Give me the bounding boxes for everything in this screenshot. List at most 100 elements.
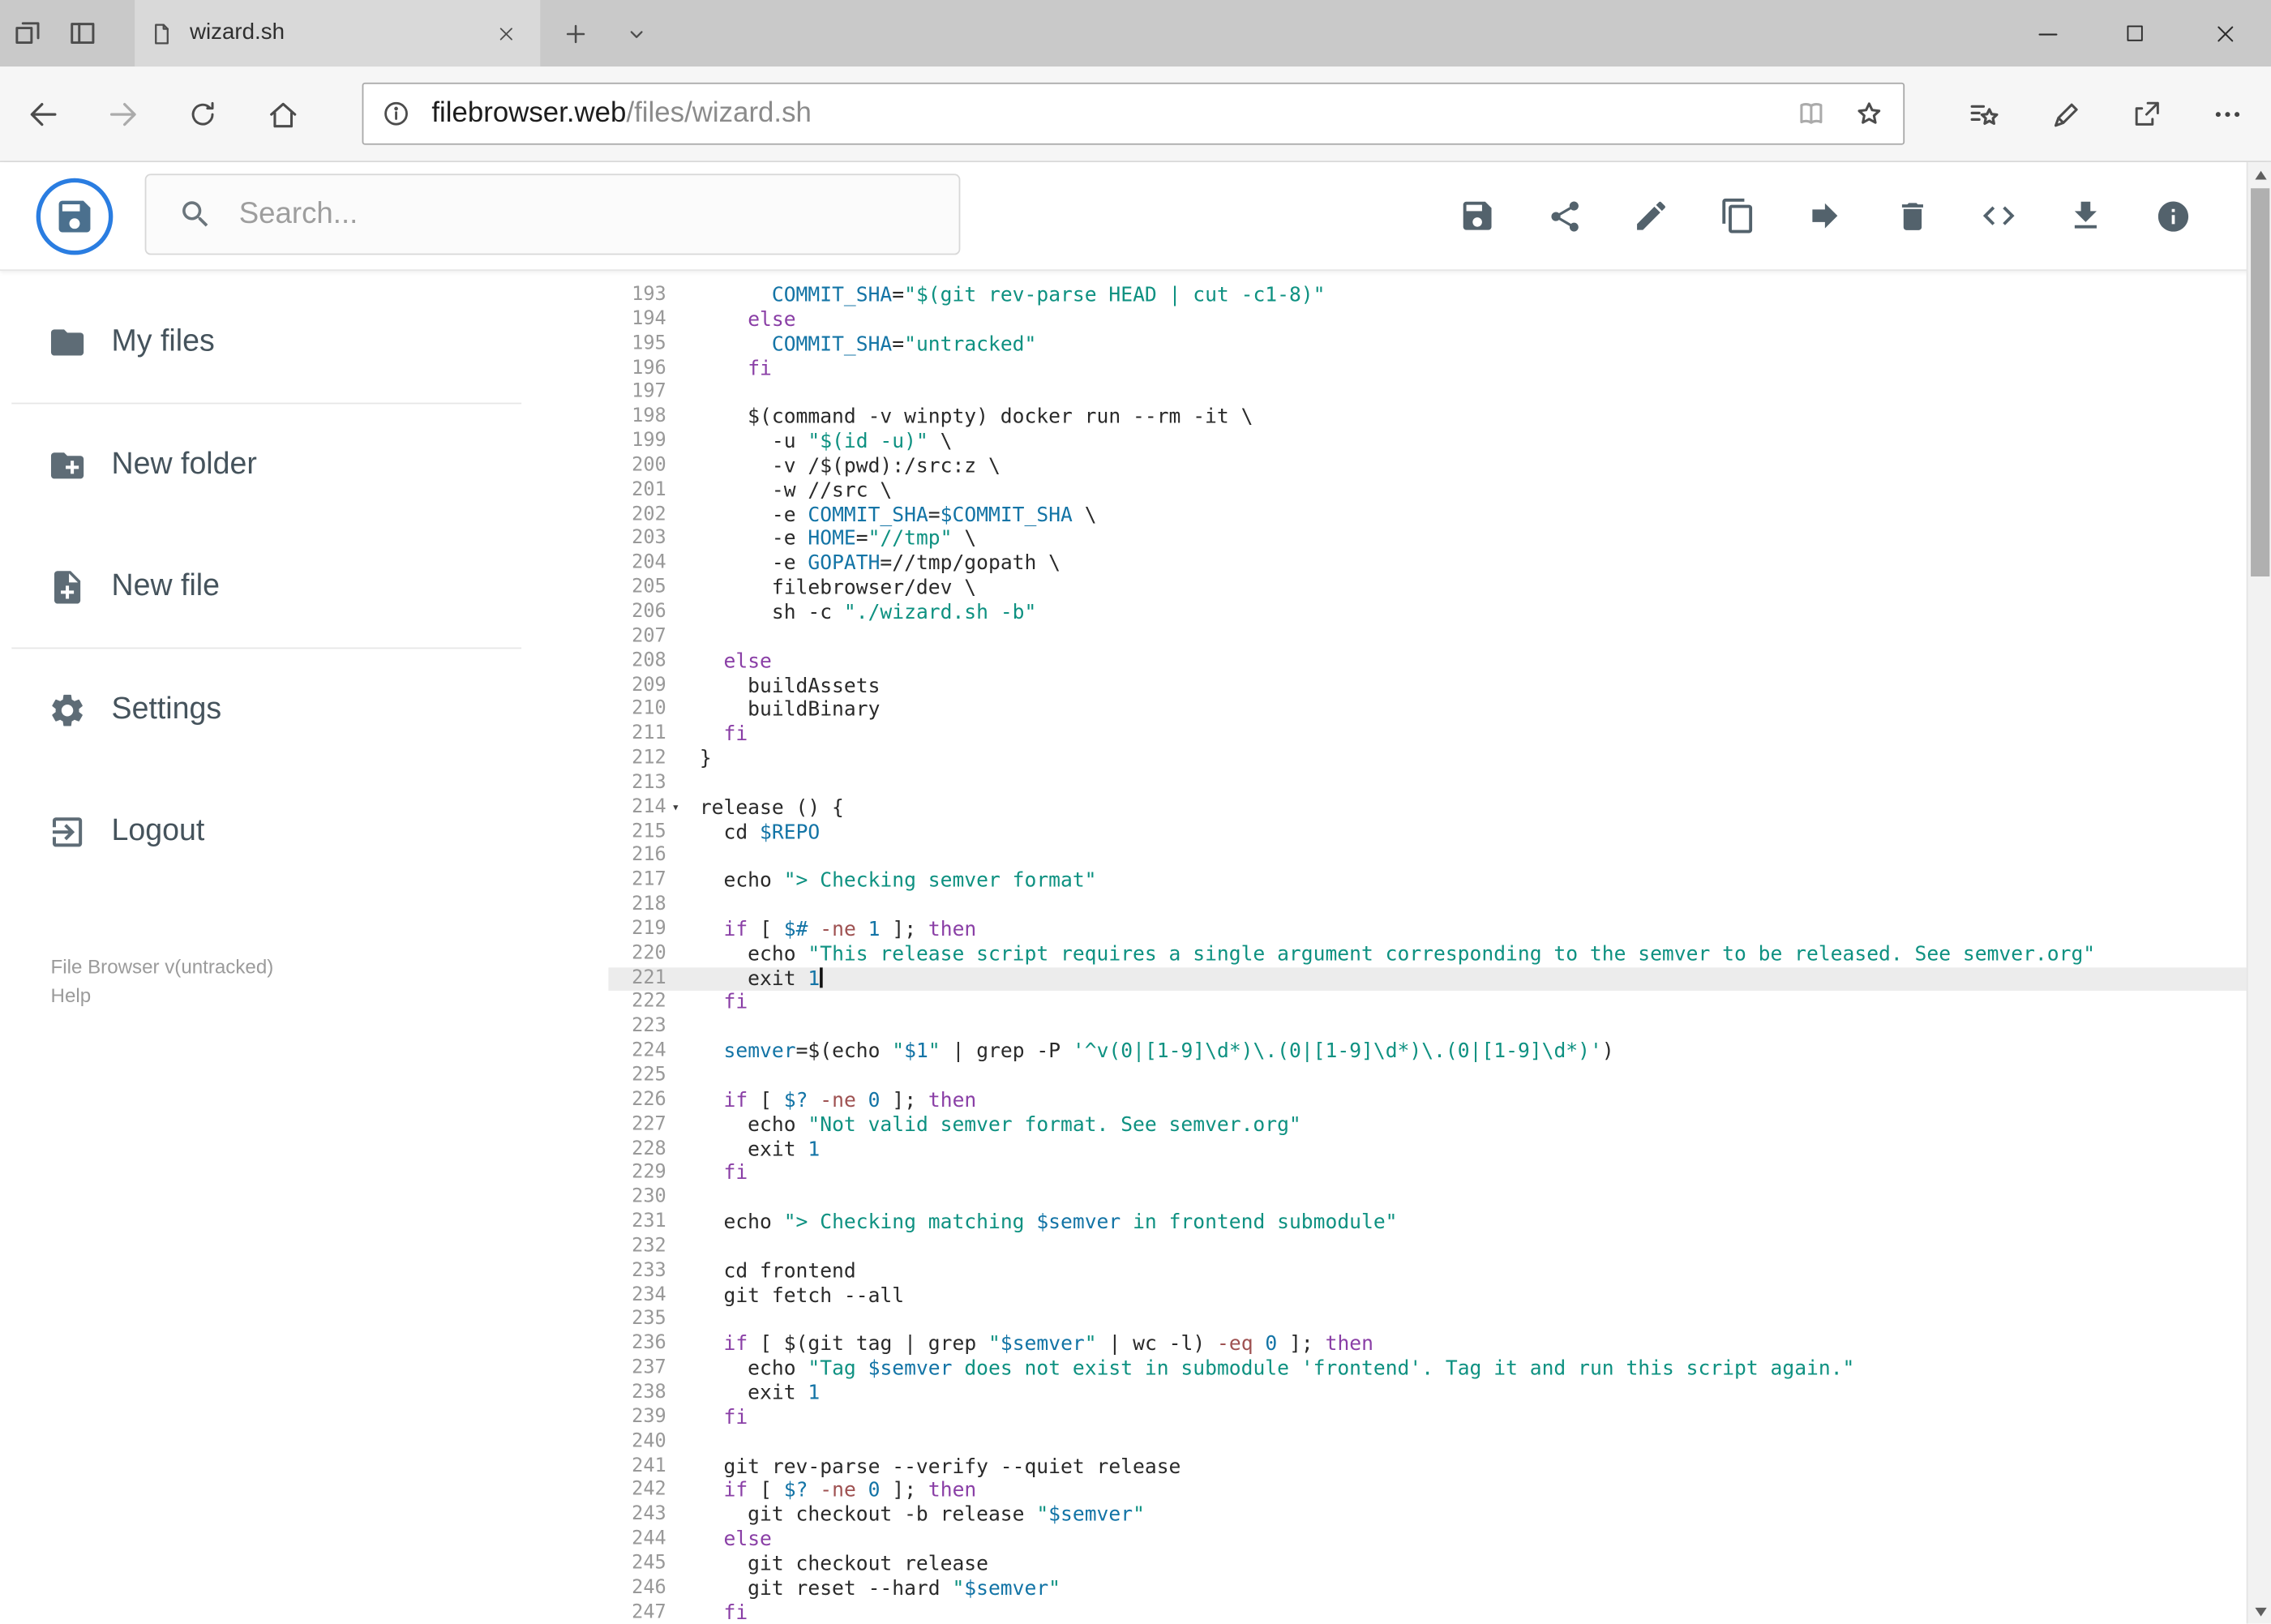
- code-line[interactable]: 218: [608, 893, 2246, 918]
- code-line[interactable]: 214 ▾ release () {: [608, 796, 2246, 821]
- code-line[interactable]: 215 cd $REPO: [608, 821, 2246, 845]
- code-line[interactable]: 223: [608, 1016, 2246, 1040]
- code-line[interactable]: 236 if [ $(git tag | grep "$semver" | wc…: [608, 1333, 2246, 1357]
- code-line[interactable]: 208 else: [608, 649, 2246, 674]
- close-window-button[interactable]: [2179, 0, 2271, 66]
- code-line[interactable]: 229 fi: [608, 1162, 2246, 1186]
- code-editor[interactable]: 193 COMMIT_SHA="$(git rev-parse HEAD | c…: [608, 271, 2247, 1624]
- maximize-button[interactable]: [2092, 0, 2179, 66]
- address-bar[interactable]: filebrowser.web/files/wizard.sh: [362, 82, 1905, 145]
- sidebar-item-new-folder[interactable]: New folder: [0, 404, 608, 525]
- code-line[interactable]: 230: [608, 1186, 2246, 1211]
- rename-button[interactable]: [1622, 186, 1680, 244]
- tab-list-chevron-down-icon[interactable]: [608, 0, 663, 66]
- code-line[interactable]: 197: [608, 381, 2246, 405]
- code-line[interactable]: 225: [608, 1065, 2246, 1089]
- scroll-up-arrow-icon[interactable]: [2247, 162, 2271, 186]
- code-line[interactable]: 222 fi: [608, 992, 2246, 1016]
- code-line[interactable]: 194 else: [608, 308, 2246, 332]
- code-line[interactable]: 245 git checkout release: [608, 1553, 2246, 1577]
- tab-close-icon[interactable]: [485, 13, 525, 54]
- code-line[interactable]: 234 git fetch --all: [608, 1284, 2246, 1309]
- code-line[interactable]: 195 COMMIT_SHA="untracked": [608, 332, 2246, 357]
- code-line[interactable]: 231 echo "> Checking matching $semver in…: [608, 1211, 2246, 1236]
- code-line[interactable]: 202 -e COMMIT_SHA=$COMMIT_SHA \: [608, 503, 2246, 528]
- new-tab-button[interactable]: [547, 0, 602, 66]
- code-line[interactable]: 226 if [ $? -ne 0 ]; then: [608, 1089, 2246, 1113]
- code-line[interactable]: 240: [608, 1430, 2246, 1455]
- code-line[interactable]: 244 else: [608, 1528, 2246, 1553]
- code-line[interactable]: 241 git rev-parse --verify --quiet relea…: [608, 1455, 2246, 1479]
- info-button[interactable]: [2144, 186, 2201, 244]
- code-line[interactable]: 196 fi: [608, 357, 2246, 381]
- code-line[interactable]: 219 if [ $# -ne 1 ]; then: [608, 918, 2246, 942]
- home-button[interactable]: [254, 85, 311, 143]
- code-line[interactable]: 232: [608, 1236, 2246, 1260]
- code-line[interactable]: 220 echo "This release script requires a…: [608, 943, 2246, 967]
- scroll-down-arrow-icon[interactable]: [2247, 1599, 2271, 1623]
- code-line[interactable]: 207: [608, 625, 2246, 649]
- code-line[interactable]: 233 cd frontend: [608, 1260, 2246, 1284]
- sidebar-item-my-files[interactable]: My files: [0, 281, 608, 403]
- code-line[interactable]: 203 -e HOME="//tmp" \: [608, 528, 2246, 552]
- help-link[interactable]: Help: [51, 982, 274, 1011]
- code-line[interactable]: 235: [608, 1309, 2246, 1333]
- code-line[interactable]: 239 fi: [608, 1406, 2246, 1430]
- sidebar-item-new-file[interactable]: New file: [0, 525, 608, 647]
- browser-scrollbar[interactable]: [2246, 162, 2271, 1624]
- set-tabs-aside-icon[interactable]: [0, 0, 55, 66]
- move-button[interactable]: [1796, 186, 1853, 244]
- sidebar-item-settings[interactable]: Settings: [0, 649, 608, 770]
- sidebar-item-logout[interactable]: Logout: [0, 770, 608, 892]
- refresh-button[interactable]: [174, 85, 231, 143]
- tab-preview-icon[interactable]: [55, 0, 110, 66]
- code-line[interactable]: 243 git checkout -b release "$semver": [608, 1504, 2246, 1528]
- browser-tab[interactable]: wizard.sh: [135, 0, 541, 67]
- code-line[interactable]: 246 git reset --hard "$semver": [608, 1577, 2246, 1601]
- code-line[interactable]: 242 if [ $? -ne 0 ]; then: [608, 1480, 2246, 1504]
- code-line[interactable]: 247 fi: [608, 1601, 2246, 1624]
- site-info-icon[interactable]: [381, 98, 412, 129]
- forward-button[interactable]: [94, 85, 152, 143]
- filebrowser-logo[interactable]: [36, 178, 114, 255]
- code-line[interactable]: 198 $(command -v winpty) docker run --rm…: [608, 406, 2246, 431]
- share-button[interactable]: [1536, 186, 1593, 244]
- hub-favorites-icon[interactable]: [1956, 85, 2013, 143]
- code-line[interactable]: 212}: [608, 748, 2246, 772]
- code-line[interactable]: 206 sh -c "./wizard.sh -b": [608, 601, 2246, 625]
- code-line[interactable]: 200 -v /$(pwd):/src:z \: [608, 455, 2246, 479]
- back-button[interactable]: [15, 85, 72, 143]
- code-line[interactable]: 227 echo "Not valid semver format. See s…: [608, 1113, 2246, 1138]
- search-input[interactable]: [236, 195, 959, 234]
- web-note-pen-icon[interactable]: [2037, 85, 2094, 143]
- raw-code-button[interactable]: [1970, 186, 2028, 244]
- active-code-line[interactable]: 221 exit 1: [608, 966, 2247, 992]
- code-line[interactable]: 201 -w //src \: [608, 479, 2246, 503]
- code-line[interactable]: 213: [608, 772, 2246, 796]
- reading-view-book-icon[interactable]: [1781, 85, 1839, 143]
- more-options-icon[interactable]: [2199, 85, 2256, 143]
- save-button[interactable]: [1448, 186, 1506, 244]
- code-line[interactable]: 217 echo "> Checking semver format": [608, 869, 2246, 893]
- copy-button[interactable]: [1709, 186, 1767, 244]
- minimize-button[interactable]: [2004, 0, 2091, 66]
- favorite-star-icon[interactable]: [1840, 85, 1897, 143]
- code-line[interactable]: 199 -u "$(id -u)" \: [608, 431, 2246, 455]
- share-icon[interactable]: [2118, 85, 2175, 143]
- code-line[interactable]: 204 -e GOPATH=//tmp/gopath \: [608, 552, 2246, 576]
- scrollbar-thumb[interactable]: [2251, 188, 2270, 576]
- code-line[interactable]: 237 echo "Tag $semver does not exist in …: [608, 1357, 2246, 1382]
- code-line[interactable]: 224 semver=$(echo "$1" | grep -P '^v(0|[…: [608, 1040, 2246, 1065]
- search-box[interactable]: [144, 174, 961, 255]
- code-line[interactable]: 216: [608, 845, 2246, 869]
- code-line[interactable]: 210 buildBinary: [608, 699, 2246, 723]
- code-line[interactable]: 211 fi: [608, 723, 2246, 748]
- download-button[interactable]: [2057, 186, 2115, 244]
- fold-arrow-icon[interactable]: ▾: [666, 796, 685, 821]
- code-line[interactable]: 238 exit 1: [608, 1382, 2246, 1406]
- code-line[interactable]: 193 COMMIT_SHA="$(git rev-parse HEAD | c…: [608, 284, 2246, 308]
- code-line[interactable]: 228 exit 1: [608, 1138, 2246, 1162]
- delete-button[interactable]: [1883, 186, 1940, 244]
- code-line[interactable]: 205 filebrowser/dev \: [608, 576, 2246, 601]
- code-line[interactable]: 209 buildAssets: [608, 675, 2246, 699]
